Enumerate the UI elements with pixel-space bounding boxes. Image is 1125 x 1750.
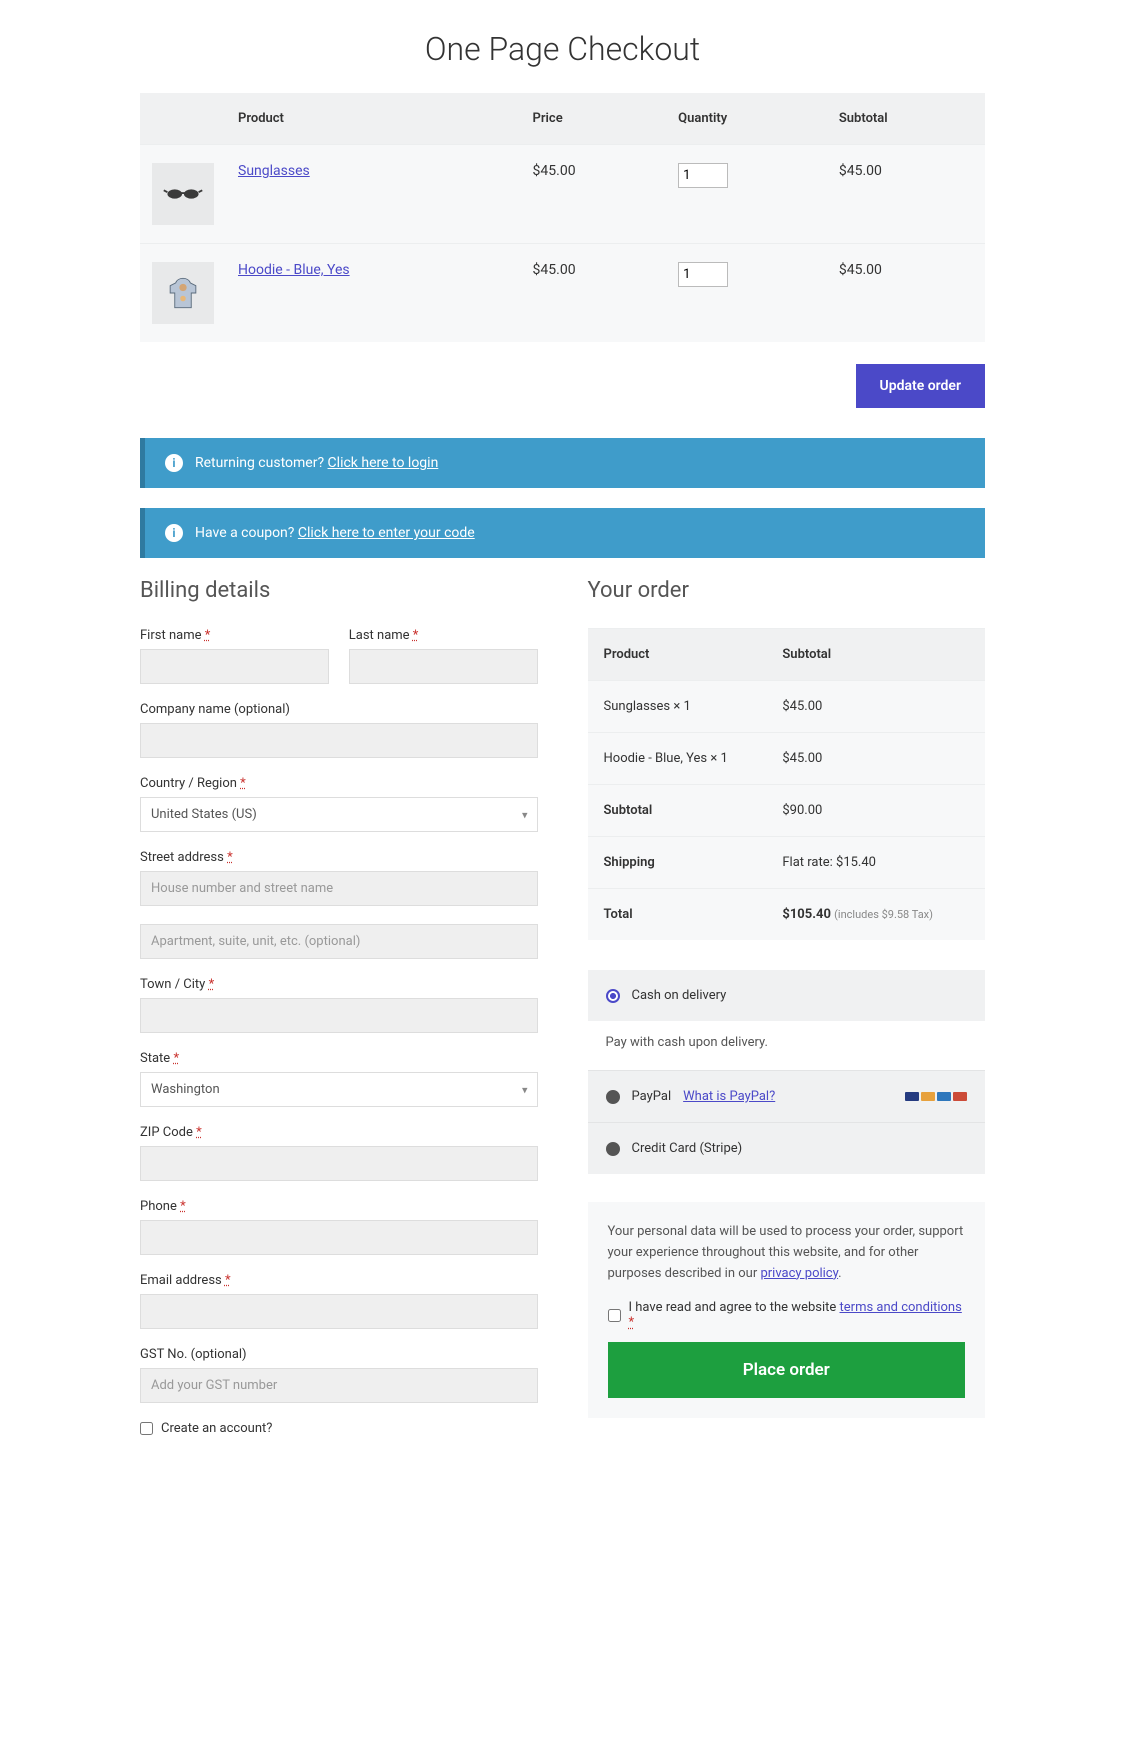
create-account-label: Create an account? xyxy=(161,1421,272,1436)
terms-link[interactable]: terms and conditions xyxy=(840,1300,962,1315)
order-line: Sunglasses × 1$45.00 xyxy=(588,681,986,733)
cart-table: Product Price Quantity Subtotal Sunglass… xyxy=(140,93,985,342)
notice-text: Returning customer? xyxy=(195,455,324,471)
order-table: ProductSubtotal Sunglasses × 1$45.00 Hoo… xyxy=(588,628,986,940)
table-row: Sunglasses $45.00 $45.00 xyxy=(140,145,985,244)
last-name-field[interactable] xyxy=(349,649,538,684)
terms-checkbox[interactable] xyxy=(608,1309,621,1322)
subtotal-cell: $45.00 xyxy=(827,145,985,244)
pay-paypal[interactable]: PayPal What is PayPal? xyxy=(588,1070,986,1122)
email-field[interactable] xyxy=(140,1294,538,1329)
radio-icon xyxy=(606,1090,620,1104)
zip-field[interactable] xyxy=(140,1146,538,1181)
info-icon: i xyxy=(165,524,183,542)
pay-cod[interactable]: Cash on delivery xyxy=(588,970,986,1021)
phone-field[interactable] xyxy=(140,1220,538,1255)
qty-input[interactable] xyxy=(678,163,728,188)
order-subtotal-row: Subtotal$90.00 xyxy=(588,785,986,837)
notice-text: Have a coupon? xyxy=(195,525,294,541)
product-thumb xyxy=(152,163,214,225)
coupon-link[interactable]: Click here to enter your code xyxy=(298,525,475,541)
radio-icon xyxy=(606,989,620,1003)
privacy-policy-link[interactable]: privacy policy xyxy=(760,1266,838,1281)
city-field[interactable] xyxy=(140,998,538,1033)
company-field[interactable] xyxy=(140,723,538,758)
login-link[interactable]: Click here to login xyxy=(328,455,439,471)
state-select[interactable]: Washington xyxy=(140,1072,538,1107)
order-col-subtotal: Subtotal xyxy=(766,629,985,681)
phone-label: Phone * xyxy=(140,1199,538,1214)
product-link[interactable]: Sunglasses xyxy=(238,163,310,179)
email-label: Email address * xyxy=(140,1273,538,1288)
paypal-help-link[interactable]: What is PayPal? xyxy=(683,1089,775,1104)
table-row: Hoodie - Blue, Yes $45.00 $45.00 xyxy=(140,244,985,343)
country-label: Country / Region * xyxy=(140,776,538,791)
product-thumb xyxy=(152,262,214,324)
privacy-text: Your personal data will be used to proce… xyxy=(608,1222,966,1284)
radio-icon xyxy=(606,1142,620,1156)
card-icons xyxy=(905,1092,967,1101)
order-line: Hoodie - Blue, Yes × 1$45.00 xyxy=(588,733,986,785)
pay-stripe[interactable]: Credit Card (Stripe) xyxy=(588,1122,986,1174)
create-account-row[interactable]: Create an account? xyxy=(140,1421,538,1436)
info-icon: i xyxy=(165,454,183,472)
order-total-row: Total$105.40 (includes $9.58 Tax) xyxy=(588,889,986,941)
company-label: Company name (optional) xyxy=(140,702,538,717)
street-label: Street address * xyxy=(140,850,538,865)
street2-field[interactable] xyxy=(140,924,538,959)
col-qty: Quantity xyxy=(666,93,827,145)
street-field[interactable] xyxy=(140,871,538,906)
first-name-label: First name * xyxy=(140,628,329,643)
first-name-field[interactable] xyxy=(140,649,329,684)
gst-field[interactable] xyxy=(140,1368,538,1403)
col-price: Price xyxy=(521,93,667,145)
price-cell: $45.00 xyxy=(521,145,667,244)
country-select[interactable]: United States (US) xyxy=(140,797,538,832)
qty-input[interactable] xyxy=(678,262,728,287)
place-order-button[interactable]: Place order xyxy=(608,1342,966,1398)
payment-methods: Cash on delivery Pay with cash upon deli… xyxy=(588,970,986,1174)
order-col-product: Product xyxy=(588,629,767,681)
zip-label: ZIP Code * xyxy=(140,1125,538,1140)
order-heading: Your order xyxy=(588,578,986,603)
product-link[interactable]: Hoodie - Blue, Yes xyxy=(238,262,350,278)
cod-description: Pay with cash upon delivery. xyxy=(588,1021,986,1070)
terms-row[interactable]: I have read and agree to the website ter… xyxy=(608,1300,966,1330)
login-notice: i Returning customer? Click here to logi… xyxy=(140,438,985,488)
order-shipping-row: ShippingFlat rate: $15.40 xyxy=(588,837,986,889)
privacy-box: Your personal data will be used to proce… xyxy=(588,1202,986,1418)
state-label: State * xyxy=(140,1051,538,1066)
price-cell: $45.00 xyxy=(521,244,667,343)
col-subtotal: Subtotal xyxy=(827,93,985,145)
update-order-button[interactable]: Update order xyxy=(856,364,985,408)
subtotal-cell: $45.00 xyxy=(827,244,985,343)
gst-label: GST No. (optional) xyxy=(140,1347,538,1362)
col-product: Product xyxy=(226,93,521,145)
create-account-checkbox[interactable] xyxy=(140,1422,153,1435)
last-name-label: Last name * xyxy=(349,628,538,643)
city-label: Town / City * xyxy=(140,977,538,992)
page-title: One Page Checkout xyxy=(140,30,985,68)
terms-label: I have read and agree to the website xyxy=(629,1300,840,1315)
billing-heading: Billing details xyxy=(140,578,538,603)
coupon-notice: i Have a coupon? Click here to enter you… xyxy=(140,508,985,558)
